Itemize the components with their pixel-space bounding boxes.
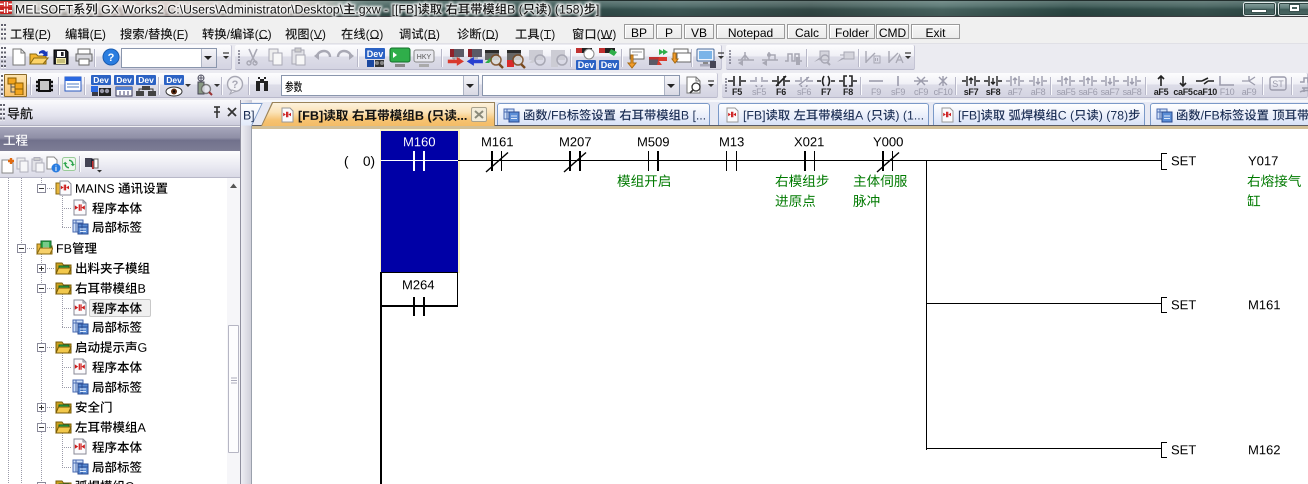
svg-text:Dev: Dev (367, 49, 384, 59)
svg-text:Dev: Dev (93, 75, 109, 85)
svg-text:Dev: Dev (116, 75, 132, 85)
svg-text:Dev: Dev (166, 75, 182, 85)
svg-text:Dev: Dev (578, 60, 595, 70)
svg-text:Dev: Dev (138, 75, 154, 85)
svg-text:ST: ST (1272, 79, 1284, 89)
svg-text:i: i (55, 166, 57, 173)
svg-text:HKY: HKY (417, 54, 432, 61)
svg-text:?: ? (232, 79, 239, 91)
svg-text:?: ? (108, 52, 115, 64)
svg-text:Dev: Dev (601, 60, 618, 70)
